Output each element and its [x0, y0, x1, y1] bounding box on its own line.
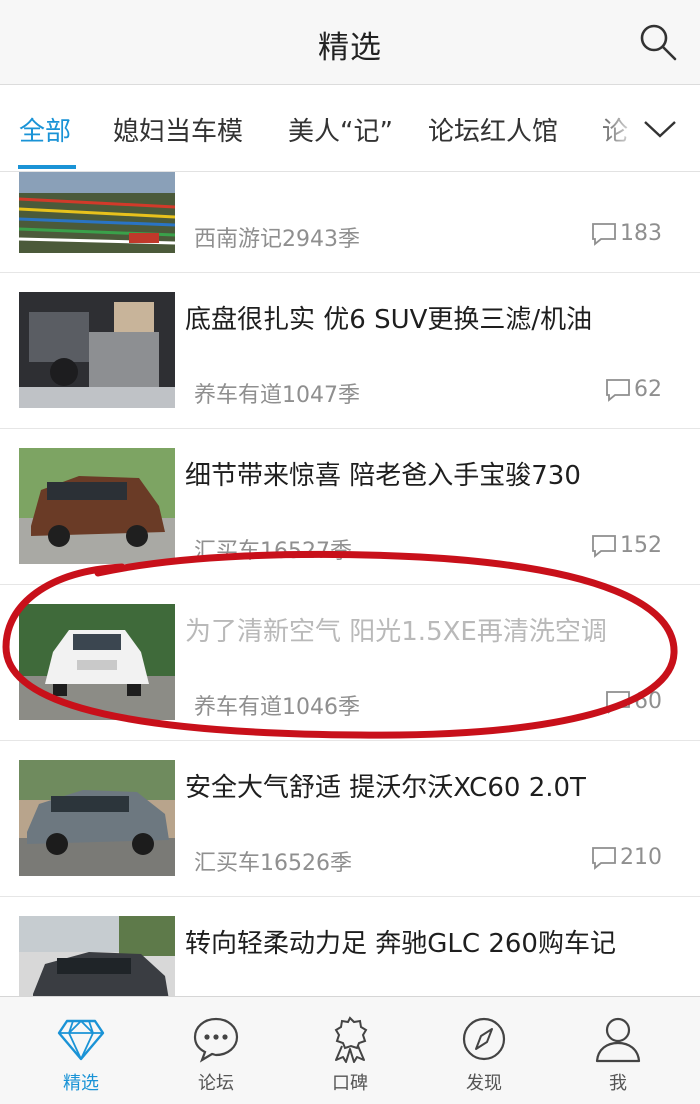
- nav-reputation[interactable]: 口碑: [280, 997, 420, 1104]
- article-title: 底盘很扎实 优6 SUV更换三滤/机油: [185, 305, 593, 335]
- list-item[interactable]: 转向轻柔动力足 奔驰GLC 260购车记: [0, 897, 700, 996]
- nav-forum[interactable]: 论坛: [146, 997, 286, 1104]
- comment-count: 183: [591, 221, 662, 246]
- list-item[interactable]: 安全大气舒适 提沃尔沃XC60 2.0T 汇买车16526季 210: [0, 741, 700, 897]
- comment-count: 60: [605, 689, 662, 714]
- article-source: 西南游记2943季: [194, 227, 360, 252]
- comment-icon: [592, 222, 616, 246]
- article-thumbnail: [19, 292, 175, 408]
- article-title: 转向轻柔动力足 奔驰GLC 260购车记: [185, 929, 616, 959]
- list-item[interactable]: 细节带来惊喜 陪老爸入手宝骏730 汇买车16527季 152: [0, 429, 700, 585]
- category-tabs: 全部 媳妇当车模 美人“记” 论坛红人馆 论: [0, 85, 700, 172]
- diamond-icon: [57, 1019, 105, 1061]
- person-icon: [595, 1017, 641, 1063]
- article-source: 汇买车16526季: [194, 851, 352, 876]
- article-title: 安全大气舒适 提沃尔沃XC60 2.0T: [185, 773, 586, 803]
- chat-bubble-icon: [193, 1017, 239, 1063]
- tab-all[interactable]: 全部: [19, 111, 71, 148]
- article-thumbnail: [19, 448, 175, 564]
- search-icon[interactable]: [638, 22, 678, 62]
- article-source: 养车有道1047季: [194, 383, 360, 408]
- article-title: 细节带来惊喜 陪老爸入手宝骏730: [185, 461, 581, 491]
- article-thumbnail: [19, 760, 175, 876]
- active-tab-indicator: [18, 165, 76, 169]
- rosette-icon: [334, 1016, 368, 1063]
- bottom-navigation: 精选 论坛 口碑 发现 我: [0, 996, 700, 1104]
- tab-wife-car-model[interactable]: 媳妇当车模: [113, 111, 243, 148]
- app-header: 精选: [0, 0, 700, 85]
- article-title: 为了清新空气 阳光1.5XE再清洗空调: [185, 617, 607, 647]
- article-thumbnail: [19, 604, 175, 720]
- tab-beauty-diary[interactable]: 美人“记”: [288, 111, 393, 148]
- comment-icon: [592, 846, 616, 870]
- compass-icon: [462, 1017, 506, 1061]
- comment-icon: [592, 534, 616, 558]
- nav-featured[interactable]: 精选: [11, 997, 151, 1104]
- article-feed: 西南游记2943季 183 底盘很扎实 优6 SUV更换三滤/机油 养车有道10…: [0, 172, 700, 996]
- comment-count: 152: [591, 533, 662, 558]
- page-title: 精选: [318, 30, 382, 66]
- list-item[interactable]: 西南游记2943季 183: [0, 172, 700, 273]
- list-item[interactable]: 底盘很扎实 优6 SUV更换三滤/机油 养车有道1047季 62: [0, 273, 700, 429]
- article-thumbnail: [19, 172, 175, 253]
- comment-icon: [606, 690, 630, 714]
- comment-icon: [606, 378, 630, 402]
- tab-forum-celebrity[interactable]: 论坛红人馆: [428, 111, 558, 148]
- article-source: 汇买车16527季: [194, 539, 352, 564]
- list-item[interactable]: 为了清新空气 阳光1.5XE再清洗空调 养车有道1046季 60: [0, 585, 700, 741]
- comment-count: 62: [605, 377, 662, 402]
- nav-me[interactable]: 我: [548, 997, 688, 1104]
- comment-count: 210: [591, 845, 662, 870]
- article-source: 养车有道1046季: [194, 695, 360, 720]
- article-thumbnail: [19, 916, 175, 996]
- chevron-down-icon[interactable]: [642, 115, 678, 143]
- nav-discover[interactable]: 发现: [414, 997, 554, 1104]
